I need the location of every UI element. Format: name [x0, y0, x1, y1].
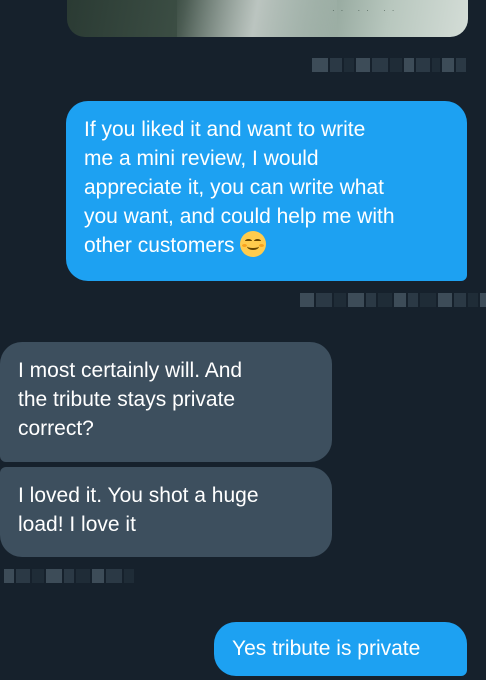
message-text: you want, and could help me with — [84, 205, 395, 228]
message-text: I loved it. You shot a huge — [18, 484, 259, 507]
message-text: load! I love it — [18, 513, 136, 536]
message-text: Yes tribute is private — [232, 637, 421, 660]
message-text: me a mini review, I would — [84, 147, 319, 170]
redacted-timestamp — [300, 293, 486, 307]
message-text: If you liked it and want to write — [84, 118, 366, 141]
message-text: correct? — [18, 417, 94, 440]
message-bubble-outgoing[interactable]: If you liked it and want to write me a m… — [66, 101, 467, 281]
image-attachment[interactable]: ·· ·· ·· — [67, 0, 468, 37]
image-glare — [177, 0, 337, 37]
dm-conversation: ·· ·· ·· If you liked it and want to wri… — [0, 0, 486, 680]
message-bubble-incoming[interactable]: I loved it. You shot a huge load! I love… — [0, 467, 332, 557]
message-text: the tribute stays private — [18, 388, 236, 411]
message-text: appreciate it, you can write what — [84, 176, 384, 199]
message-bubble-incoming[interactable]: I most certainly will. And the tribute s… — [0, 342, 332, 462]
image-detail: ·· ·· ·· — [332, 6, 401, 15]
redacted-timestamp — [312, 58, 466, 72]
message-bubble-outgoing[interactable]: Yes tribute is private — [214, 622, 467, 676]
message-text: other customers — [84, 234, 235, 257]
message-text: I most certainly will. And — [18, 359, 243, 382]
smiling-face-emoji-icon — [239, 231, 266, 257]
redacted-timestamp — [4, 569, 134, 583]
